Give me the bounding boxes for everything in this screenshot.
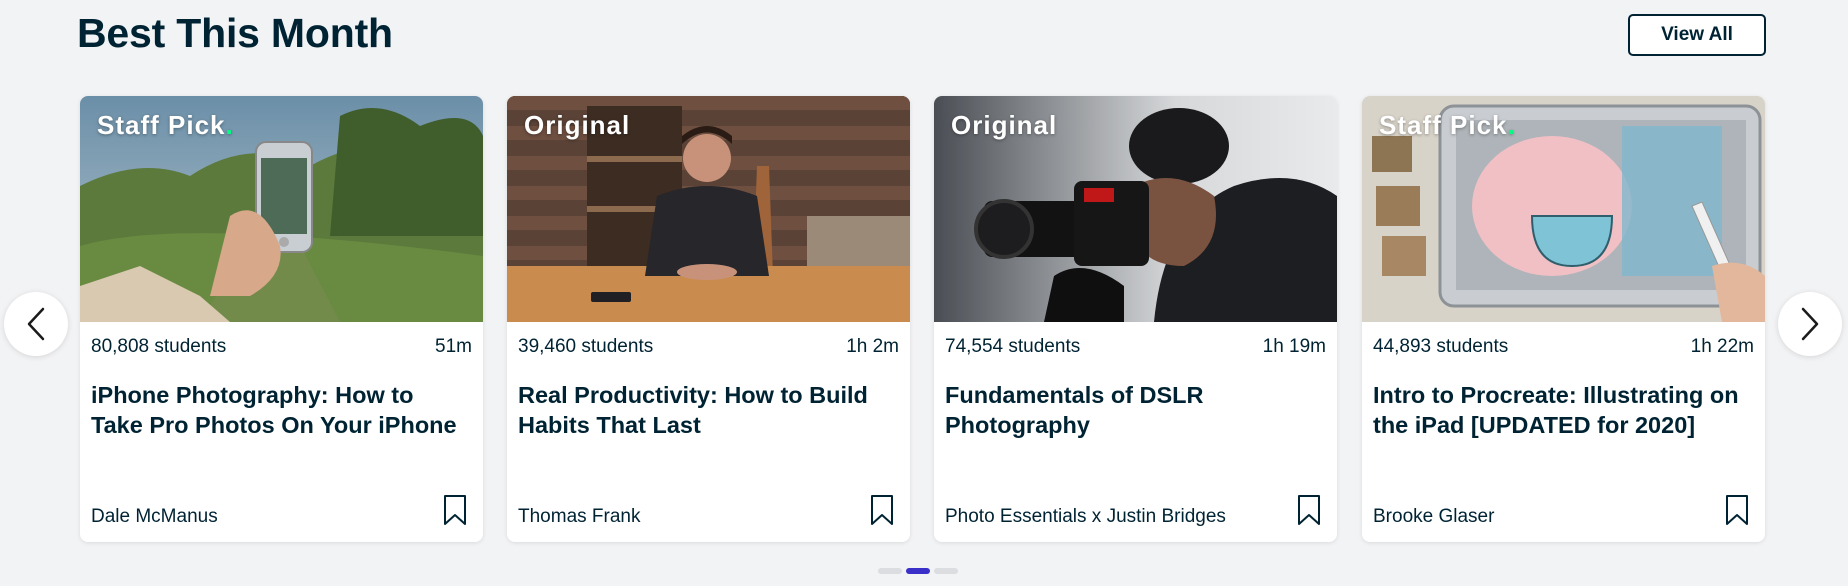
carousel-page-dot-active[interactable] bbox=[906, 568, 930, 574]
course-title[interactable]: iPhone Photography: How to Take Pro Phot… bbox=[91, 380, 469, 440]
thumbnail-badge: Original bbox=[524, 110, 631, 140]
teacher-name[interactable]: Thomas Frank bbox=[518, 506, 640, 528]
course-card[interactable]: Staff Pick. 44,893 students 1h 22m Intro… bbox=[1362, 96, 1765, 542]
chevron-left-icon bbox=[27, 307, 45, 341]
student-count: 80,808 students bbox=[91, 336, 227, 357]
chevron-right-icon bbox=[1801, 307, 1819, 341]
student-count: 44,893 students bbox=[1373, 336, 1509, 357]
thumbnail-badge: Staff Pick. bbox=[97, 110, 234, 140]
thumbnail-badge: Staff Pick. bbox=[1379, 110, 1516, 140]
carousel-prev-button[interactable] bbox=[4, 292, 68, 356]
course-meta: 80,808 students 51m bbox=[91, 336, 472, 358]
teacher-name[interactable]: Dale McManus bbox=[91, 506, 218, 528]
section-title: Best This Month bbox=[77, 10, 393, 56]
course-duration: 1h 19m bbox=[1262, 336, 1326, 357]
student-count: 74,554 students bbox=[945, 336, 1081, 357]
course-title[interactable]: Intro to Procreate: Illustrating on the … bbox=[1373, 380, 1751, 440]
bookmark-icon[interactable] bbox=[443, 494, 467, 526]
view-all-button[interactable]: View All bbox=[1628, 14, 1766, 56]
carousel-pagination bbox=[878, 568, 958, 574]
carousel-page-dot[interactable] bbox=[878, 568, 902, 574]
course-thumbnail: Original bbox=[934, 96, 1337, 322]
course-card[interactable]: Staff Pick. 80,808 students 51m iPhone P… bbox=[80, 96, 483, 542]
student-count: 39,460 students bbox=[518, 336, 654, 357]
course-title[interactable]: Fundamentals of DSLR Photography bbox=[945, 380, 1323, 440]
course-meta: 74,554 students 1h 19m bbox=[945, 336, 1326, 358]
course-duration: 1h 22m bbox=[1690, 336, 1754, 357]
course-thumbnail: Staff Pick. bbox=[80, 96, 483, 322]
thumbnail-badge: Original bbox=[951, 110, 1058, 140]
course-duration: 1h 2m bbox=[846, 336, 899, 357]
course-card[interactable]: Original 39,460 students 1h 2m Real Prod… bbox=[507, 96, 910, 542]
course-title[interactable]: Real Productivity: How to Build Habits T… bbox=[518, 380, 896, 440]
course-duration: 51m bbox=[435, 336, 472, 357]
teacher-name[interactable]: Brooke Glaser bbox=[1373, 506, 1494, 528]
course-meta: 44,893 students 1h 22m bbox=[1373, 336, 1754, 358]
course-meta: 39,460 students 1h 2m bbox=[518, 336, 899, 358]
carousel-next-button[interactable] bbox=[1778, 292, 1842, 356]
bookmark-icon[interactable] bbox=[1297, 494, 1321, 526]
carousel-page-dot[interactable] bbox=[934, 568, 958, 574]
teacher-name[interactable]: Photo Essentials x Justin Bridges bbox=[945, 506, 1226, 528]
course-thumbnail: Staff Pick. bbox=[1362, 96, 1765, 322]
bookmark-icon[interactable] bbox=[870, 494, 894, 526]
bookmark-icon[interactable] bbox=[1725, 494, 1749, 526]
course-card[interactable]: Original 74,554 students 1h 19m Fundamen… bbox=[934, 96, 1337, 542]
course-thumbnail: Original bbox=[507, 96, 910, 322]
best-this-month-section: Best This Month View All Staff Pick. 80,… bbox=[0, 0, 1848, 586]
